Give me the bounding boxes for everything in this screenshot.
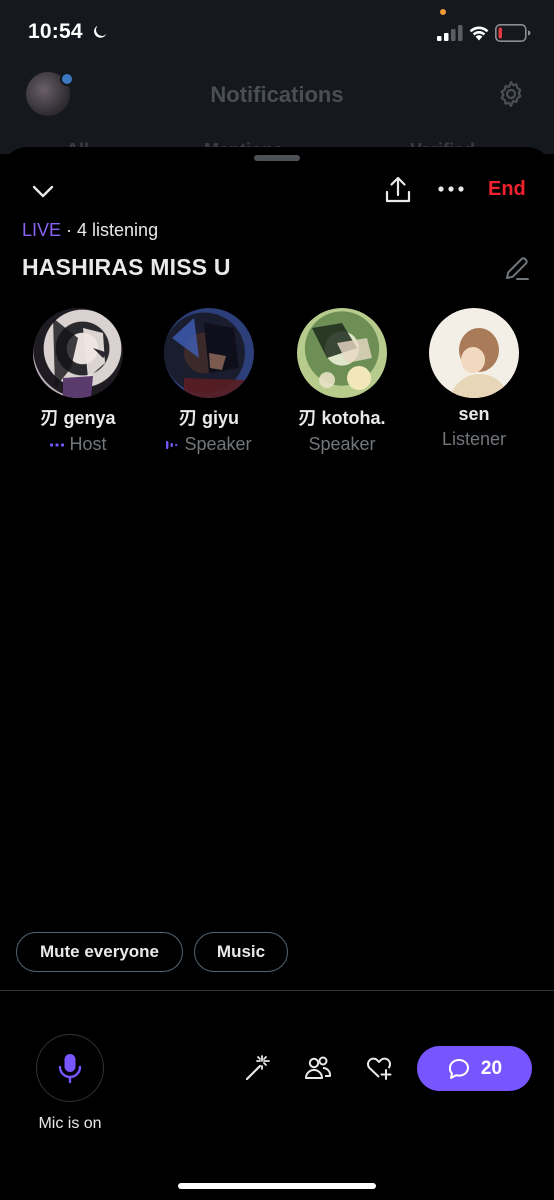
wifi-icon (469, 26, 489, 41)
more-options-icon[interactable] (437, 182, 465, 196)
comments-button[interactable]: 20 (417, 1046, 532, 1091)
battery-icon (495, 24, 531, 42)
edit-icon[interactable] (503, 254, 531, 282)
home-indicator[interactable] (178, 1183, 376, 1189)
dots-icon (50, 443, 65, 447)
avatar (297, 308, 387, 398)
comment-count: 20 (480, 1057, 503, 1079)
avatar-art (53, 318, 108, 398)
participant-speaker[interactable]: 刃 giyu Speaker (144, 308, 274, 455)
microphone-icon (58, 1054, 82, 1084)
magic-wand-icon[interactable] (244, 1054, 272, 1082)
avatar-art (172, 318, 244, 398)
mic-status-label: Mic is on (38, 1115, 102, 1132)
speaking-bars-icon (166, 441, 178, 450)
participant-name: 刃 kotoha. (298, 408, 386, 428)
notifications-title: Notifications (210, 82, 344, 107)
avatar (164, 308, 254, 398)
listening-count: · 4 listening (61, 220, 159, 240)
comment-icon (448, 1058, 469, 1079)
gear-icon (500, 81, 522, 107)
avatar (429, 308, 519, 398)
status-bar: 10:54 (0, 0, 554, 64)
participant-name: sen (458, 404, 490, 424)
moon-icon (94, 25, 107, 38)
end-space-button[interactable]: End (488, 178, 526, 201)
role-label: Listener (441, 429, 507, 449)
live-status: LIVE · 4 listening (22, 220, 158, 241)
people-icon[interactable] (304, 1054, 332, 1082)
participant-name: 刃 genya (40, 408, 116, 428)
role-label: Speaker (184, 434, 252, 454)
sheet-grabber[interactable] (254, 155, 300, 161)
participant-role: Speaker (277, 434, 407, 455)
role-label: Host (69, 434, 107, 454)
status-time: 10:54 (28, 20, 83, 43)
music-button[interactable]: Music (194, 932, 288, 972)
mute-everyone-button[interactable]: Mute everyone (16, 932, 183, 972)
participant-role: Host (13, 434, 143, 455)
role-label: Speaker (308, 434, 376, 454)
avatar (33, 308, 123, 398)
participant-host[interactable]: 刃 genya Host (13, 308, 143, 455)
participant-role: Listener (409, 429, 539, 450)
participant-speaker[interactable]: 刃 kotoha. Speaker (277, 308, 407, 455)
live-label: LIVE (22, 220, 62, 240)
signal-icon (437, 25, 463, 41)
participant-listener[interactable]: sen Listener (409, 308, 539, 450)
chevron-down-icon[interactable] (30, 178, 56, 204)
participant-role: Speaker (144, 434, 274, 455)
participant-name: 刃 giyu (178, 408, 239, 428)
space-title: HASHIRAS MISS U (22, 254, 231, 280)
heart-plus-icon[interactable] (365, 1054, 393, 1082)
privacy-indicator (440, 9, 446, 15)
avatar-art (312, 323, 372, 390)
divider (0, 990, 554, 991)
mic-button[interactable] (36, 1034, 104, 1102)
avatar-art (449, 328, 509, 398)
share-icon[interactable] (384, 175, 412, 205)
